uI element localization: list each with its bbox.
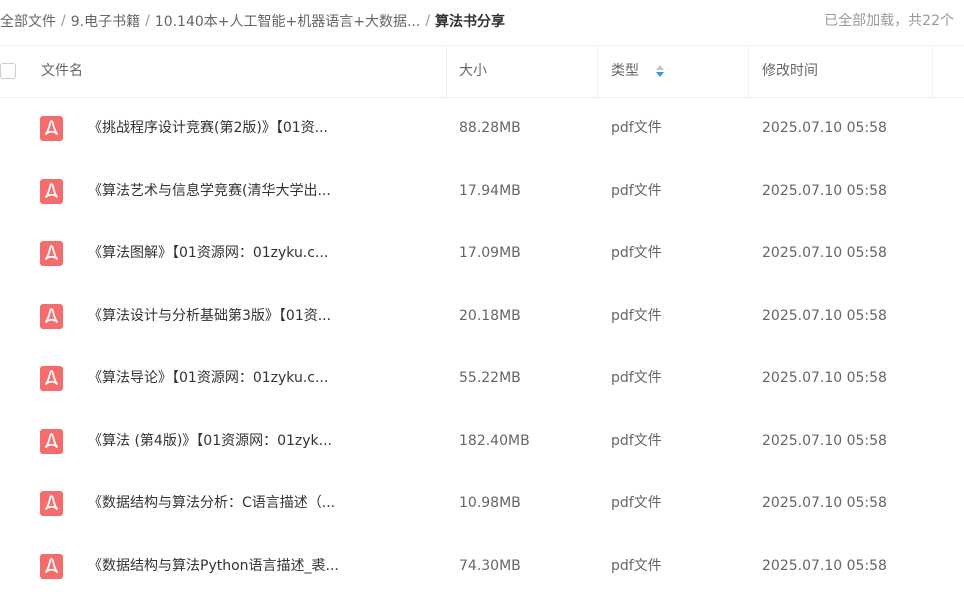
pdf-icon [40, 429, 63, 454]
file-type: pdf文件 [611, 535, 662, 597]
pdf-icon [40, 179, 63, 204]
breadcrumb: 全部文件 / 9.电子书籍 / 10.140本+人工智能+机器语言+大数据...… [0, 0, 964, 42]
table-row[interactable]: 《算法设计与分析基础第3版》【01资... 20.18MB pdf文件 2025… [0, 285, 964, 348]
pdf-icon [40, 116, 63, 141]
file-type: pdf文件 [611, 410, 662, 473]
file-name[interactable]: 《算法设计与分析基础第3版》【01资... [88, 285, 331, 348]
file-modified: 2025.07.10 05:58 [762, 535, 887, 597]
pdf-icon [40, 304, 63, 329]
file-type: pdf文件 [611, 347, 662, 410]
file-size: 17.09MB [459, 222, 521, 285]
file-modified: 2025.07.10 05:58 [762, 222, 887, 285]
breadcrumb-separator: / [425, 13, 430, 29]
file-modified: 2025.07.10 05:58 [762, 285, 887, 348]
file-list: 《挑战程序设计竞赛(第2版)》【01资... 88.28MB pdf文件 202… [0, 97, 964, 597]
table-row[interactable]: 《挑战程序设计竞赛(第2版)》【01资... 88.28MB pdf文件 202… [0, 97, 964, 160]
file-size: 182.40MB [459, 410, 530, 473]
table-row[interactable]: 《算法艺术与信息学竞赛(清华大学出... 17.94MB pdf文件 2025.… [0, 160, 964, 223]
file-modified: 2025.07.10 05:58 [762, 472, 887, 535]
file-size: 88.28MB [459, 97, 521, 160]
file-modified: 2025.07.10 05:58 [762, 410, 887, 473]
table-row[interactable]: 《算法 (第4版)》【01资源网：01zyk... 182.40MB pdf文件… [0, 410, 964, 473]
column-header-type-label: 类型 [611, 63, 639, 79]
breadcrumb-separator: / [61, 13, 66, 29]
column-divider [597, 46, 598, 97]
file-type: pdf文件 [611, 472, 662, 535]
file-name[interactable]: 《算法 (第4版)》【01资源网：01zyk... [88, 410, 332, 473]
sort-icon[interactable] [655, 64, 665, 78]
file-name[interactable]: 《算法导论》【01资源网：01zyku.c... [88, 347, 328, 410]
breadcrumb-ai-books[interactable]: 10.140本+人工智能+机器语言+大数据... [155, 11, 421, 31]
column-header-type[interactable]: 类型 [611, 46, 665, 97]
file-modified: 2025.07.10 05:58 [762, 97, 887, 160]
table-row[interactable]: 《算法图解》【01资源网：01zyku.c... 17.09MB pdf文件 2… [0, 222, 964, 285]
file-name[interactable]: 《算法艺术与信息学竞赛(清华大学出... [88, 160, 331, 223]
file-size: 55.22MB [459, 347, 521, 410]
file-name[interactable]: 《数据结构与算法Python语言描述_裘... [88, 535, 339, 597]
file-name[interactable]: 《数据结构与算法分析：C语言描述（... [88, 472, 335, 535]
file-type: pdf文件 [611, 160, 662, 223]
file-name[interactable]: 《挑战程序设计竞赛(第2版)》【01资... [88, 97, 328, 160]
table-row[interactable]: 《算法导论》【01资源网：01zyku.c... 55.22MB pdf文件 2… [0, 347, 964, 410]
pdf-icon [40, 491, 63, 516]
file-size: 74.30MB [459, 535, 521, 597]
file-type: pdf文件 [611, 97, 662, 160]
file-size: 20.18MB [459, 285, 521, 348]
column-divider [932, 46, 933, 97]
breadcrumb-ebooks[interactable]: 9.电子书籍 [71, 11, 140, 31]
file-type: pdf文件 [611, 222, 662, 285]
file-modified: 2025.07.10 05:58 [762, 347, 887, 410]
column-divider [446, 46, 447, 97]
file-table-header: 文件名 大小 类型 修改时间 [0, 45, 964, 98]
pdf-icon [40, 554, 63, 579]
table-row[interactable]: 《数据结构与算法Python语言描述_裘... 74.30MB pdf文件 20… [0, 535, 964, 597]
select-all-checkbox[interactable] [0, 63, 16, 79]
pdf-icon [40, 366, 63, 391]
file-modified: 2025.07.10 05:58 [762, 160, 887, 223]
breadcrumb-current: 算法书分享 [435, 11, 505, 31]
column-header-modified[interactable]: 修改时间 [762, 46, 818, 97]
file-size: 17.94MB [459, 160, 521, 223]
file-type: pdf文件 [611, 285, 662, 348]
column-header-name[interactable]: 文件名 [41, 46, 83, 97]
breadcrumb-root[interactable]: 全部文件 [0, 11, 56, 31]
pdf-icon [40, 241, 63, 266]
load-status: 已全部加载，共22个 [824, 0, 954, 42]
table-row[interactable]: 《数据结构与算法分析：C语言描述（... 10.98MB pdf文件 2025.… [0, 472, 964, 535]
breadcrumb-separator: / [145, 13, 150, 29]
file-size: 10.98MB [459, 472, 521, 535]
file-name[interactable]: 《算法图解》【01资源网：01zyku.c... [88, 222, 328, 285]
column-divider [748, 46, 749, 97]
column-header-size[interactable]: 大小 [459, 46, 487, 97]
